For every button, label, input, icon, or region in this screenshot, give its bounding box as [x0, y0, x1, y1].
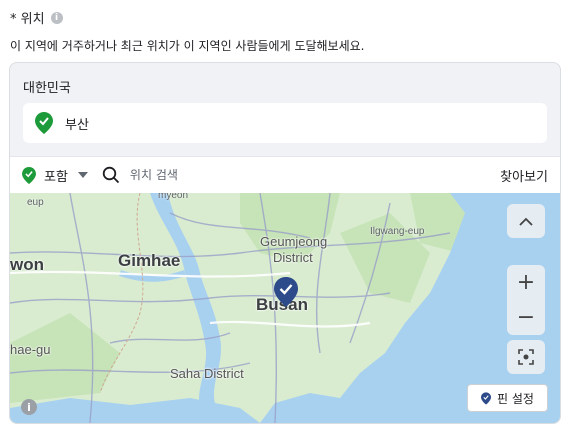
- map-label-gimhae: Gimhae: [118, 251, 181, 270]
- location-description: 이 지역에 거주하거나 최근 위치가 이 지역인 사람들에게 도달해보세요.: [10, 39, 365, 53]
- pin-set-button[interactable]: 핀 설정: [467, 384, 548, 412]
- zoom-in-button[interactable]: +: [507, 265, 545, 300]
- include-label: 포함: [44, 169, 68, 185]
- selected-location-name: 부산: [65, 117, 89, 133]
- browse-button[interactable]: 찾아보기: [500, 166, 548, 185]
- map-label-myeon: myeon: [158, 193, 189, 201]
- info-icon[interactable]: i: [50, 11, 63, 24]
- search-icon: [102, 166, 120, 184]
- target-icon: [518, 349, 534, 365]
- map-label-eup: eup: [27, 197, 44, 208]
- include-pin-icon: [22, 166, 36, 184]
- map-label-won: won: [10, 255, 44, 274]
- selected-location-card[interactable]: 부산: [23, 103, 547, 143]
- collapse-map-button[interactable]: [507, 204, 545, 238]
- location-title: * 위치: [10, 12, 45, 27]
- location-search-input[interactable]: [127, 167, 382, 183]
- map-toolbar: 포함 찾아보기: [10, 156, 560, 194]
- map-pin-icon[interactable]: [274, 277, 298, 307]
- include-dropdown[interactable]: 포함: [22, 166, 88, 185]
- location-header: * 위치 i: [10, 8, 63, 27]
- pin-set-label: 핀 설정: [497, 391, 534, 406]
- map-label-haegu: hae-gu: [10, 342, 51, 357]
- map-label-geumjeong: Geumjeong: [260, 234, 328, 249]
- map-label-saha: Saha District: [170, 366, 244, 381]
- map-label-ilgwang: Ilgwang-eup: [370, 226, 425, 237]
- chevron-up-icon: [519, 217, 533, 226]
- map-label-district: District: [273, 250, 313, 265]
- map-view[interactable]: myeon eup Ilgwang-eup Geumjeong District…: [10, 193, 560, 423]
- location-panel: 대한민국 부산 포함 찾아보기: [9, 62, 561, 424]
- attribution-info-icon[interactable]: i: [21, 399, 37, 415]
- zoom-controls: + −: [507, 265, 545, 335]
- chevron-down-icon: [77, 172, 88, 178]
- location-search: [102, 166, 500, 184]
- location-pin-icon: [35, 112, 53, 134]
- locate-button[interactable]: [507, 340, 545, 374]
- country-name: 대한민국: [23, 81, 71, 96]
- zoom-out-button[interactable]: −: [507, 300, 545, 335]
- pin-icon: [481, 391, 492, 405]
